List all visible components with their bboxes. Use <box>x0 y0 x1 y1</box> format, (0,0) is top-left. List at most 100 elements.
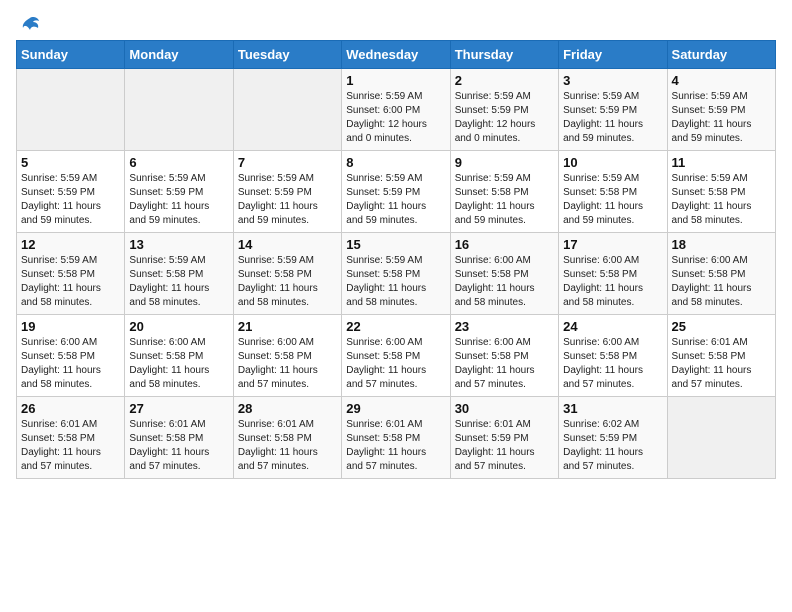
header-wednesday: Wednesday <box>342 41 450 69</box>
day-number: 25 <box>672 319 771 334</box>
day-number: 15 <box>346 237 445 252</box>
day-number: 11 <box>672 155 771 170</box>
day-number: 1 <box>346 73 445 88</box>
day-info: Sunrise: 6:01 AM Sunset: 5:58 PM Dayligh… <box>21 418 120 474</box>
day-number: 27 <box>129 401 228 416</box>
calendar-cell: 20Sunrise: 6:00 AM Sunset: 5:58 PM Dayli… <box>125 315 233 397</box>
day-number: 21 <box>238 319 337 334</box>
calendar-week-row: 19 Sunrise: 6:00 AM Sunset: 5:58 PM Dayli… <box>17 315 776 397</box>
calendar-cell: 11 Sunrise: 5:59 AM Sunset: 5:58 PM Dayli… <box>667 151 775 233</box>
calendar-cell: 10Sunrise: 5:59 AM Sunset: 5:58 PM Dayli… <box>559 151 667 233</box>
calendar-week-row: 1 Sunrise: 5:59 AM Sunset: 6:00 PM Daylig… <box>17 69 776 151</box>
day-number: 6 <box>129 155 228 170</box>
day-number: 3 <box>563 73 662 88</box>
day-info: Sunrise: 6:00 AM Sunset: 5:58 PM Dayligh… <box>455 336 554 392</box>
header-thursday: Thursday <box>450 41 558 69</box>
calendar-cell: 24 Sunrise: 6:00 AM Sunset: 5:58 PM Dayli… <box>559 315 667 397</box>
day-info: Sunrise: 5:59 AM Sunset: 5:59 PM Dayligh… <box>672 90 771 146</box>
day-info: Sunrise: 6:00 AM Sunset: 5:58 PM Dayligh… <box>21 336 120 392</box>
calendar-cell: 31 Sunrise: 6:02 AM Sunset: 5:59 PM Dayli… <box>559 397 667 479</box>
calendar-cell: 8 Sunrise: 5:59 AM Sunset: 5:59 PM Daylig… <box>342 151 450 233</box>
day-info: Sunrise: 6:01 AM Sunset: 5:58 PM Dayligh… <box>346 418 445 474</box>
calendar-cell: 9 Sunrise: 5:59 AM Sunset: 5:58 PM Daylig… <box>450 151 558 233</box>
day-number: 14 <box>238 237 337 252</box>
calendar-week-row: 26 Sunrise: 6:01 AM Sunset: 5:58 PM Dayli… <box>17 397 776 479</box>
calendar-cell <box>17 69 125 151</box>
calendar-cell: 1 Sunrise: 5:59 AM Sunset: 6:00 PM Daylig… <box>342 69 450 151</box>
day-number: 10 <box>563 155 662 170</box>
day-number: 17 <box>563 237 662 252</box>
logo-bird-icon <box>18 16 40 34</box>
day-number: 26 <box>21 401 120 416</box>
calendar-cell: 3 Sunrise: 5:59 AM Sunset: 5:59 PM Daylig… <box>559 69 667 151</box>
day-info: Sunrise: 6:00 AM Sunset: 5:58 PM Dayligh… <box>346 336 445 392</box>
day-info: Sunrise: 5:59 AM Sunset: 5:59 PM Dayligh… <box>455 90 554 146</box>
day-info: Sunrise: 5:59 AM Sunset: 5:59 PM Dayligh… <box>563 90 662 146</box>
calendar-header-row: SundayMondayTuesdayWednesdayThursdayFrid… <box>17 41 776 69</box>
day-number: 29 <box>346 401 445 416</box>
day-info: Sunrise: 5:59 AM Sunset: 5:59 PM Dayligh… <box>129 172 228 228</box>
day-number: 2 <box>455 73 554 88</box>
header-saturday: Saturday <box>667 41 775 69</box>
header-friday: Friday <box>559 41 667 69</box>
day-number: 4 <box>672 73 771 88</box>
calendar-cell: 17Sunrise: 6:00 AM Sunset: 5:58 PM Dayli… <box>559 233 667 315</box>
calendar-cell: 7 Sunrise: 5:59 AM Sunset: 5:59 PM Daylig… <box>233 151 341 233</box>
calendar-cell: 18Sunrise: 6:00 AM Sunset: 5:58 PM Dayli… <box>667 233 775 315</box>
day-number: 12 <box>21 237 120 252</box>
day-info: Sunrise: 6:01 AM Sunset: 5:58 PM Dayligh… <box>238 418 337 474</box>
calendar-week-row: 5 Sunrise: 5:59 AM Sunset: 5:59 PM Daylig… <box>17 151 776 233</box>
calendar-cell: 2 Sunrise: 5:59 AM Sunset: 5:59 PM Daylig… <box>450 69 558 151</box>
calendar-cell: 26 Sunrise: 6:01 AM Sunset: 5:58 PM Dayli… <box>17 397 125 479</box>
day-info: Sunrise: 6:00 AM Sunset: 5:58 PM Dayligh… <box>563 336 662 392</box>
day-info: Sunrise: 5:59 AM Sunset: 5:58 PM Dayligh… <box>129 254 228 310</box>
calendar-cell: 22 Sunrise: 6:00 AM Sunset: 5:58 PM Dayli… <box>342 315 450 397</box>
day-info: Sunrise: 5:59 AM Sunset: 5:58 PM Dayligh… <box>346 254 445 310</box>
day-info: Sunrise: 6:01 AM Sunset: 5:58 PM Dayligh… <box>129 418 228 474</box>
day-number: 24 <box>563 319 662 334</box>
calendar-cell: 6 Sunrise: 5:59 AM Sunset: 5:59 PM Daylig… <box>125 151 233 233</box>
calendar-cell: 29 Sunrise: 6:01 AM Sunset: 5:58 PM Dayli… <box>342 397 450 479</box>
calendar-cell: 4 Sunrise: 5:59 AM Sunset: 5:59 PM Daylig… <box>667 69 775 151</box>
day-info: Sunrise: 5:59 AM Sunset: 6:00 PM Dayligh… <box>346 90 445 146</box>
page-header <box>16 16 776 30</box>
day-number: 5 <box>21 155 120 170</box>
day-number: 31 <box>563 401 662 416</box>
day-number: 23 <box>455 319 554 334</box>
day-info: Sunrise: 6:02 AM Sunset: 5:59 PM Dayligh… <box>563 418 662 474</box>
calendar-cell: 19 Sunrise: 6:00 AM Sunset: 5:58 PM Dayli… <box>17 315 125 397</box>
day-info: Sunrise: 5:59 AM Sunset: 5:59 PM Dayligh… <box>238 172 337 228</box>
day-number: 13 <box>129 237 228 252</box>
day-info: Sunrise: 6:00 AM Sunset: 5:58 PM Dayligh… <box>238 336 337 392</box>
day-info: Sunrise: 5:59 AM Sunset: 5:58 PM Dayligh… <box>21 254 120 310</box>
calendar-cell <box>233 69 341 151</box>
day-number: 16 <box>455 237 554 252</box>
day-info: Sunrise: 6:01 AM Sunset: 5:58 PM Dayligh… <box>672 336 771 392</box>
header-monday: Monday <box>125 41 233 69</box>
calendar-table: SundayMondayTuesdayWednesdayThursdayFrid… <box>16 40 776 479</box>
calendar-cell: 5Sunrise: 5:59 AM Sunset: 5:59 PM Daylig… <box>17 151 125 233</box>
calendar-cell: 25 Sunrise: 6:01 AM Sunset: 5:58 PM Dayli… <box>667 315 775 397</box>
day-number: 20 <box>129 319 228 334</box>
day-number: 18 <box>672 237 771 252</box>
calendar-cell <box>667 397 775 479</box>
day-info: Sunrise: 5:59 AM Sunset: 5:58 PM Dayligh… <box>238 254 337 310</box>
day-number: 19 <box>21 319 120 334</box>
day-number: 30 <box>455 401 554 416</box>
calendar-week-row: 12 Sunrise: 5:59 AM Sunset: 5:58 PM Dayli… <box>17 233 776 315</box>
day-number: 22 <box>346 319 445 334</box>
day-info: Sunrise: 5:59 AM Sunset: 5:58 PM Dayligh… <box>455 172 554 228</box>
calendar-cell: 27 Sunrise: 6:01 AM Sunset: 5:58 PM Dayli… <box>125 397 233 479</box>
calendar-cell: 14 Sunrise: 5:59 AM Sunset: 5:58 PM Dayli… <box>233 233 341 315</box>
day-number: 8 <box>346 155 445 170</box>
calendar-cell: 12 Sunrise: 5:59 AM Sunset: 5:58 PM Dayli… <box>17 233 125 315</box>
calendar-cell: 30Sunrise: 6:01 AM Sunset: 5:59 PM Dayli… <box>450 397 558 479</box>
header-sunday: Sunday <box>17 41 125 69</box>
day-info: Sunrise: 5:59 AM Sunset: 5:59 PM Dayligh… <box>346 172 445 228</box>
calendar-cell: 23 Sunrise: 6:00 AM Sunset: 5:58 PM Dayli… <box>450 315 558 397</box>
calendar-cell: 21 Sunrise: 6:00 AM Sunset: 5:58 PM Dayli… <box>233 315 341 397</box>
day-info: Sunrise: 5:59 AM Sunset: 5:58 PM Dayligh… <box>672 172 771 228</box>
day-number: 28 <box>238 401 337 416</box>
day-number: 7 <box>238 155 337 170</box>
day-number: 9 <box>455 155 554 170</box>
